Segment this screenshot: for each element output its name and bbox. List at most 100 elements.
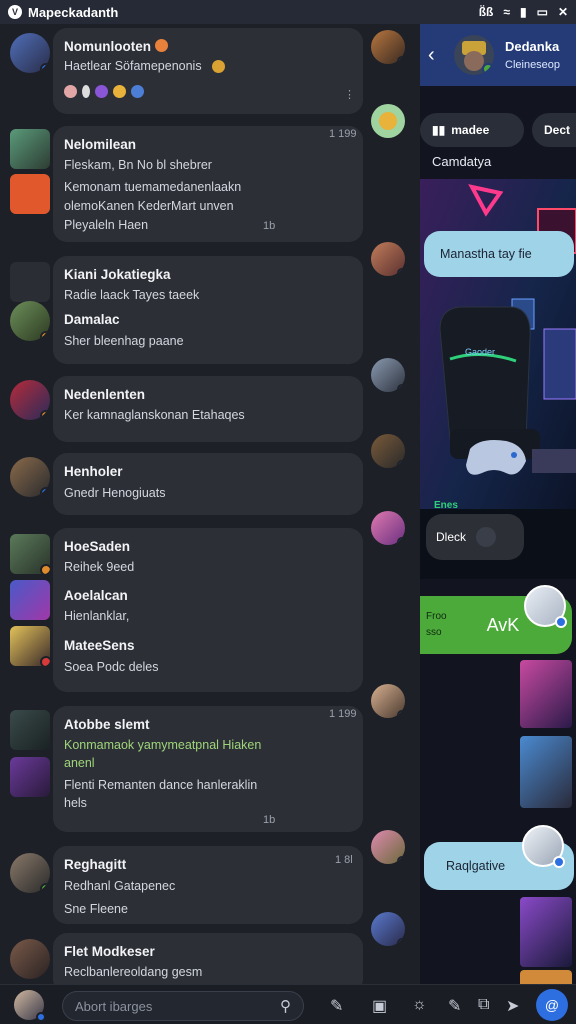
avatar[interactable]: [371, 30, 405, 64]
more-icon[interactable]: ⋮: [344, 88, 355, 101]
message-text: Dleck: [436, 530, 467, 544]
message-text: AvK: [486, 614, 520, 635]
message-text: sso: [426, 627, 442, 638]
avatar[interactable]: [14, 990, 46, 1022]
chat-preview: Haetlear Söfamepenonis: [64, 59, 202, 73]
chat-preview: Gnedr Henogiuats: [64, 486, 166, 500]
tab-dect[interactable]: Dect: [532, 113, 576, 147]
contact-status: Cleineseop: [505, 59, 561, 71]
chat-title: Nomunlooten: [64, 39, 151, 54]
avatar[interactable]: [10, 262, 50, 302]
avatar[interactable]: [10, 580, 50, 620]
chat-title: Nelomilean: [64, 137, 137, 152]
search-input[interactable]: Abort ibarges ⚲: [62, 991, 304, 1021]
avatar[interactable]: [371, 242, 405, 276]
avatar[interactable]: [10, 301, 50, 341]
list-item[interactable]: Atobbe slemt Konmamaok yamymeatpnal Hiak…: [53, 706, 363, 832]
chat-header: ‹ Dedanka Cleineseop: [420, 24, 576, 86]
list-item[interactable]: Reghagitt Redhanl Gatapenec Sne Fleene 1…: [53, 846, 363, 924]
at-icon: @: [544, 997, 560, 1013]
tag-label: Enes: [434, 500, 458, 511]
chat-title: Flet Modkeser: [64, 944, 155, 959]
list-item[interactable]: Henholer Gnedr Henogiuats: [53, 453, 363, 515]
list-item[interactable]: Nedenlenten Ker kamnaglanskonan Etahaqes: [53, 376, 363, 442]
unread-count: 1b: [263, 220, 276, 232]
emoji-icon: [155, 39, 168, 52]
avatar[interactable]: [10, 174, 50, 214]
message-text: Froo: [426, 611, 447, 622]
chat-preview: hels: [64, 796, 87, 810]
chat-preview: Hienlanklar,: [64, 609, 130, 623]
share-icon[interactable]: ⧉: [478, 996, 489, 1014]
list-item[interactable]: Kiani Jokatiegka Radie laack Tayes taeek…: [53, 256, 363, 364]
chat-preview: Flenti Remanten dance hanleraklin: [64, 778, 258, 792]
app-icon: V: [8, 5, 22, 19]
back-icon[interactable]: ‹: [428, 44, 435, 67]
avatar[interactable]: [10, 710, 50, 750]
chat-title: Reghagitt: [64, 857, 127, 872]
tab-media[interactable]: ▮▮ madee: [420, 113, 524, 147]
image-thumbnail[interactable]: [520, 736, 572, 808]
message-bubble[interactable]: Dleck: [426, 514, 524, 560]
media-icon: ▮▮: [432, 123, 446, 137]
chat-preview: anenl: [64, 756, 95, 770]
image-thumbnail[interactable]: [520, 897, 572, 967]
avatar[interactable]: [10, 457, 50, 497]
reaction-row: [64, 85, 144, 98]
list-item[interactable]: Nomunlooten Haetlear Söfamepenonis ⋮: [53, 28, 363, 114]
avatar-icon: [64, 85, 77, 98]
chat-title: HoeSaden: [64, 539, 131, 554]
avatar[interactable]: [10, 534, 50, 574]
avatar[interactable]: [10, 626, 50, 666]
settings-icon[interactable]: [476, 527, 497, 547]
avatar[interactable]: [454, 35, 494, 75]
new-chat-button[interactable]: @: [536, 989, 568, 1021]
pen-icon[interactable]: ✎: [330, 996, 343, 1016]
message-bubble[interactable]: Manastha tay fie: [424, 231, 574, 277]
chat-preview: Reclbanlereoldang gesm: [64, 965, 203, 979]
tab-label: Dect: [544, 123, 571, 137]
close-icon[interactable]: ✕: [558, 5, 568, 19]
chat-preview: Pleyaleln Haen: [64, 218, 149, 232]
emoji-icon: [113, 85, 126, 98]
avatar[interactable]: [10, 33, 50, 73]
chair-label: Gaoder: [465, 347, 495, 357]
chat-preview: Kemonam tuemamedanenlaakn: [64, 180, 242, 194]
avatar[interactable]: [10, 939, 50, 979]
emoji-icon: [131, 85, 144, 98]
chat-preview: Sne Fleene: [64, 902, 128, 916]
compose-icon[interactable]: ▣: [372, 996, 387, 1016]
send-icon[interactable]: ➤: [506, 996, 519, 1016]
chat-preview: Radie laack Tayes taeek: [64, 288, 200, 302]
timestamp: 1 8l: [335, 854, 353, 866]
app-title: Mapeckadanth: [28, 4, 119, 20]
chat-preview: Soea Podc deles: [64, 660, 159, 674]
image-thumbnail[interactable]: [520, 970, 572, 984]
avatar[interactable]: [10, 853, 50, 893]
avatar[interactable]: [371, 830, 405, 864]
avatar[interactable]: [10, 129, 50, 169]
avatar[interactable]: [10, 757, 50, 797]
avatar[interactable]: [371, 434, 405, 468]
avatar[interactable]: [522, 825, 565, 868]
avatar[interactable]: [524, 585, 567, 628]
chat-preview: Fleskam, Bn No bl shebrer: [64, 158, 212, 172]
avatar[interactable]: [371, 104, 405, 138]
chat-preview: Konmamaok yamymeatpnal Hiaken: [64, 738, 262, 752]
battery-icon: ▭: [536, 5, 548, 19]
chat-title: Nedenlenten: [64, 387, 146, 402]
chat-preview: Reihek 9eed: [64, 560, 135, 574]
avatar[interactable]: [371, 912, 405, 946]
avatar[interactable]: [371, 684, 405, 718]
list-item[interactable]: HoeSaden Reihek 9eed Aoelalcan Hienlankl…: [53, 528, 363, 692]
list-item[interactable]: Nelomilean Fleskam, Bn No bl shebrer Kem…: [53, 126, 363, 242]
search-icon[interactable]: ⚲: [280, 997, 291, 1015]
timestamp: 1 199: [329, 128, 357, 140]
sticker-icon[interactable]: ☼: [412, 996, 427, 1014]
image-thumbnail[interactable]: [520, 660, 572, 728]
avatar[interactable]: [371, 511, 405, 545]
edit-icon[interactable]: ✎: [448, 996, 461, 1016]
avatar[interactable]: [371, 358, 405, 392]
chat-title: Kiani Jokatiegka: [64, 267, 171, 282]
avatar[interactable]: [10, 380, 50, 420]
